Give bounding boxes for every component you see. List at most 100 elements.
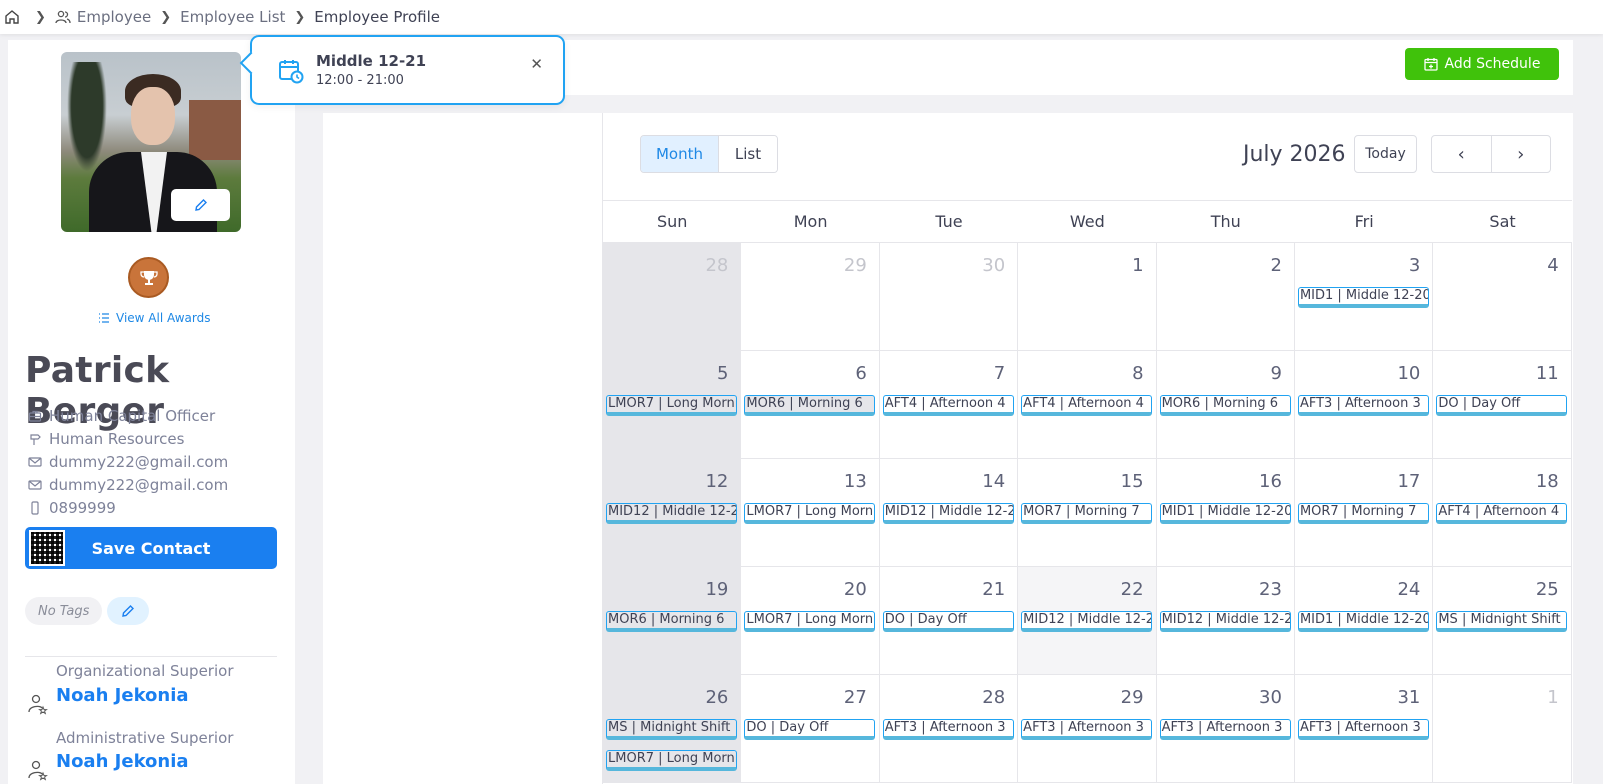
- calendar-day[interactable]: 28: [603, 243, 742, 351]
- shift-event[interactable]: LMOR7 | Long Morning 7: [744, 503, 876, 524]
- calendar-day[interactable]: 16 MID1 | Middle 12-20: [1156, 459, 1295, 567]
- shift-event[interactable]: LMOR7 | Long Morning 7: [606, 395, 737, 416]
- calendar-day[interactable]: 1: [1018, 243, 1157, 351]
- day-number: 26: [705, 687, 729, 708]
- phone[interactable]: 0899999: [28, 499, 116, 517]
- list-view-button[interactable]: List: [719, 136, 777, 172]
- shift-event[interactable]: AFT3 | Afternoon 3: [1297, 719, 1429, 740]
- calendar-day[interactable]: 14 MID12 | Middle 12-21: [879, 459, 1019, 567]
- shift-event[interactable]: MID12 | Middle 12-21: [606, 503, 737, 524]
- shift-event[interactable]: AFT3 | Afternoon 3: [1297, 395, 1429, 416]
- calendar-day[interactable]: 23 MID12 | Middle 12-21: [1156, 567, 1295, 675]
- chevron-right-icon: ›: [1517, 143, 1525, 165]
- weekday-label: Sat: [1489, 212, 1516, 231]
- calendar-clock-icon: [279, 60, 304, 84]
- shift-event[interactable]: MOR6 | Morning 6: [1159, 395, 1291, 416]
- calendar-day[interactable]: 10 AFT3 | Afternoon 3: [1294, 351, 1434, 459]
- calendar-day[interactable]: 11 DO | Day Off: [1433, 351, 1572, 459]
- month-view-button[interactable]: Month: [641, 136, 719, 172]
- calendar-day[interactable]: 8 AFT4 | Afternoon 4: [1018, 351, 1157, 459]
- today-button[interactable]: Today: [1354, 135, 1417, 173]
- calendar-day[interactable]: 18 AFT4 | Afternoon 4: [1433, 459, 1572, 567]
- calendar-day[interactable]: 9 MOR6 | Morning 6: [1156, 351, 1295, 459]
- calendar-day[interactable]: 24 MID1 | Middle 12-20: [1294, 567, 1434, 675]
- admin-superior-name[interactable]: Noah Jekonia: [56, 751, 189, 772]
- prev-month-button[interactable]: ‹: [1432, 136, 1492, 172]
- shift-event[interactable]: DO | Day Off: [744, 719, 876, 740]
- calendar-day[interactable]: 30 AFT3 | Afternoon 3: [1156, 675, 1295, 783]
- calendar-day[interactable]: 3 MID1 | Middle 12-20: [1294, 243, 1434, 351]
- org-superior-name[interactable]: Noah Jekonia: [56, 685, 189, 706]
- shift-event[interactable]: MOR7 | Morning 7: [1297, 503, 1429, 524]
- shift-event[interactable]: MID1 | Middle 12-20: [1297, 611, 1429, 632]
- shift-event[interactable]: AFT4 | Afternoon 4: [1436, 503, 1568, 524]
- trophy-icon[interactable]: [128, 257, 169, 298]
- phone-icon: [31, 501, 39, 515]
- breadcrumb-employee-list[interactable]: Employee List: [180, 8, 285, 26]
- calendar-day[interactable]: 2: [1156, 243, 1295, 351]
- shift-event[interactable]: MOR7 | Morning 7: [1021, 503, 1153, 524]
- shift-event[interactable]: LMOR7 | Long Morning 7: [606, 750, 737, 771]
- save-contact-button[interactable]: Save Contact: [25, 527, 277, 569]
- calendar-day[interactable]: 27 DO | Day Off: [741, 675, 880, 783]
- calendar-day[interactable]: 19 MOR6 | Morning 6: [603, 567, 742, 675]
- calendar-day[interactable]: 6 MOR6 | Morning 6: [741, 351, 880, 459]
- day-number: 21: [982, 579, 1006, 600]
- day-number: 25: [1535, 579, 1559, 600]
- shift-event[interactable]: MID1 | Middle 12-20: [1297, 287, 1429, 308]
- day-number: 7: [993, 363, 1006, 384]
- calendar-day[interactable]: 1: [1433, 675, 1572, 783]
- calendar-day[interactable]: 12 MID12 | Middle 12-21: [603, 459, 742, 567]
- calendar-day[interactable]: 29: [741, 243, 880, 351]
- month-title: July 2026: [1243, 142, 1346, 167]
- shift-event[interactable]: MOR6 | Morning 6: [744, 395, 876, 416]
- shift-event[interactable]: AFT4 | Afternoon 4: [1021, 395, 1153, 416]
- shift-event[interactable]: DO | Day Off: [882, 611, 1014, 632]
- breadcrumb-employee[interactable]: Employee: [77, 8, 151, 26]
- calendar-day[interactable]: 28 AFT3 | Afternoon 3: [879, 675, 1019, 783]
- calendar-day[interactable]: 4: [1433, 243, 1572, 351]
- calendar-day[interactable]: 22 MID12 | Middle 12-21: [1018, 567, 1157, 675]
- calendar-day[interactable]: 30: [879, 243, 1019, 351]
- add-schedule-button[interactable]: Add Schedule: [1405, 48, 1559, 80]
- calendar-day[interactable]: 5 LMOR7 | Long Morning 7: [603, 351, 742, 459]
- shift-event[interactable]: MID12 | Middle 12-21: [1021, 611, 1153, 632]
- calendar-day[interactable]: 20 LMOR7 | Long Morning 7: [741, 567, 880, 675]
- shift-event[interactable]: MOR6 | Morning 6: [606, 611, 737, 632]
- shift-event[interactable]: DO | Day Off: [1436, 395, 1568, 416]
- shift-event[interactable]: MID1 | Middle 12-20: [1159, 503, 1291, 524]
- calendar-day[interactable]: 15 MOR7 | Morning 7: [1018, 459, 1157, 567]
- calendar-day[interactable]: 13 LMOR7 | Long Morning 7: [741, 459, 880, 567]
- next-month-button[interactable]: ›: [1492, 136, 1551, 172]
- shift-event[interactable]: AFT3 | Afternoon 3: [882, 719, 1014, 740]
- shift-event[interactable]: AFT4 | Afternoon 4: [882, 395, 1014, 416]
- day-number: 17: [1397, 471, 1421, 492]
- shift-event[interactable]: MID12 | Middle 12-21: [1159, 611, 1291, 632]
- chevron-right-icon: ❯: [160, 9, 172, 25]
- calendar-day[interactable]: 31 AFT3 | Afternoon 3: [1294, 675, 1434, 783]
- day-number: 6: [855, 363, 867, 384]
- close-icon[interactable]: ✕: [530, 55, 543, 73]
- view-all-awards-link[interactable]: View All Awards: [98, 311, 210, 325]
- calendar-day[interactable]: 7 AFT4 | Afternoon 4: [879, 351, 1019, 459]
- edit-photo-button[interactable]: [171, 189, 230, 221]
- day-number: 15: [1120, 471, 1144, 492]
- day-number: 19: [705, 579, 729, 600]
- shift-event[interactable]: MS | Midnight Shift: [606, 719, 737, 740]
- shift-event[interactable]: LMOR7 | Long Morning 7: [744, 611, 876, 632]
- email-personal[interactable]: dummy222@gmail.com: [28, 476, 228, 494]
- shift-event[interactable]: AFT3 | Afternoon 3: [1021, 719, 1153, 740]
- calendar-day[interactable]: 26 MS | Midnight Shift LMOR7 | Long Mornin…: [603, 675, 742, 783]
- calendar-day[interactable]: 17 MOR7 | Morning 7: [1294, 459, 1434, 567]
- shift-event[interactable]: AFT3 | Afternoon 3: [1159, 719, 1291, 740]
- email-work[interactable]: dummy222@gmail.com: [28, 453, 228, 471]
- calendar-day[interactable]: 21 DO | Day Off: [879, 567, 1019, 675]
- shift-event[interactable]: MID12 | Middle 12-21: [882, 503, 1014, 524]
- shift-event[interactable]: MS | Midnight Shift: [1436, 611, 1568, 632]
- calendar-day[interactable]: 29 AFT3 | Afternoon 3: [1018, 675, 1157, 783]
- day-number: 29: [843, 255, 867, 276]
- edit-tags-button[interactable]: [107, 597, 149, 625]
- calendar-day[interactable]: 25 MS | Midnight Shift: [1433, 567, 1572, 675]
- home-icon[interactable]: [4, 9, 20, 25]
- day-number: 11: [1535, 363, 1559, 384]
